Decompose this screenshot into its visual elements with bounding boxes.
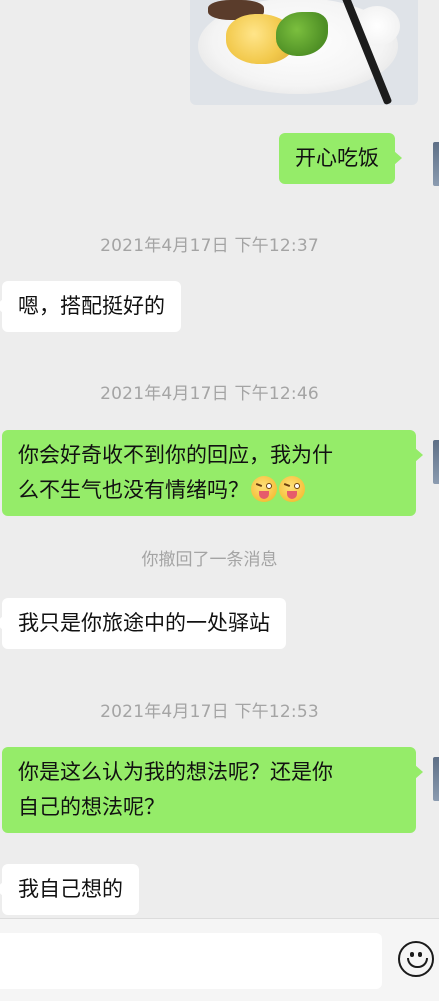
chat-area[interactable]: 开心吃饭 2021年4月17日 下午12:37 嗯，搭配挺好的 2021年4月1… bbox=[0, 0, 439, 918]
input-bar bbox=[0, 918, 439, 1001]
message-text-line: 你会好奇收不到你的回应，我为什 bbox=[18, 443, 333, 467]
received-message[interactable]: 嗯，搭配挺好的 bbox=[0, 281, 181, 332]
message-input[interactable] bbox=[0, 933, 382, 989]
sent-message[interactable]: 你是这么认为我的想法呢？还是你 自己的想法呢？ bbox=[2, 747, 423, 833]
message-text-line: 你是这么认为我的想法呢？还是你 bbox=[18, 760, 333, 784]
message-text: 我只是你旅途中的一处驿站 bbox=[18, 611, 270, 635]
received-message[interactable]: 我只是你旅途中的一处驿站 bbox=[0, 598, 286, 649]
photo-message[interactable] bbox=[190, 0, 418, 105]
timestamp: 2021年4月17日 下午12:53 bbox=[100, 702, 319, 722]
sent-message[interactable]: 你会好奇收不到你的回应，我为什 么不生气也没有情绪吗？ bbox=[2, 430, 423, 516]
sent-message[interactable]: 开心吃饭 bbox=[279, 133, 402, 184]
recall-notice: 你撤回了一条消息 bbox=[141, 550, 278, 570]
message-text: 么不生气也没有情绪吗？ bbox=[18, 478, 249, 502]
self-avatar[interactable] bbox=[433, 757, 439, 801]
message-text-line: 么不生气也没有情绪吗？ bbox=[18, 473, 400, 508]
self-avatar[interactable] bbox=[433, 440, 439, 484]
message-text: 我自己想的 bbox=[18, 877, 123, 901]
self-avatar[interactable] bbox=[433, 142, 439, 186]
timestamp: 2021年4月17日 下午12:46 bbox=[100, 384, 319, 404]
tongue-emoji-icon bbox=[251, 476, 277, 502]
smiley-face-icon[interactable] bbox=[398, 941, 434, 977]
message-text: 开心吃饭 bbox=[295, 146, 379, 170]
tongue-emoji-icon bbox=[279, 476, 305, 502]
message-text: 嗯，搭配挺好的 bbox=[18, 294, 165, 318]
timestamp: 2021年4月17日 下午12:37 bbox=[100, 236, 319, 256]
message-text-line: 自己的想法呢？ bbox=[18, 795, 165, 819]
received-message[interactable]: 我自己想的 bbox=[0, 864, 139, 915]
